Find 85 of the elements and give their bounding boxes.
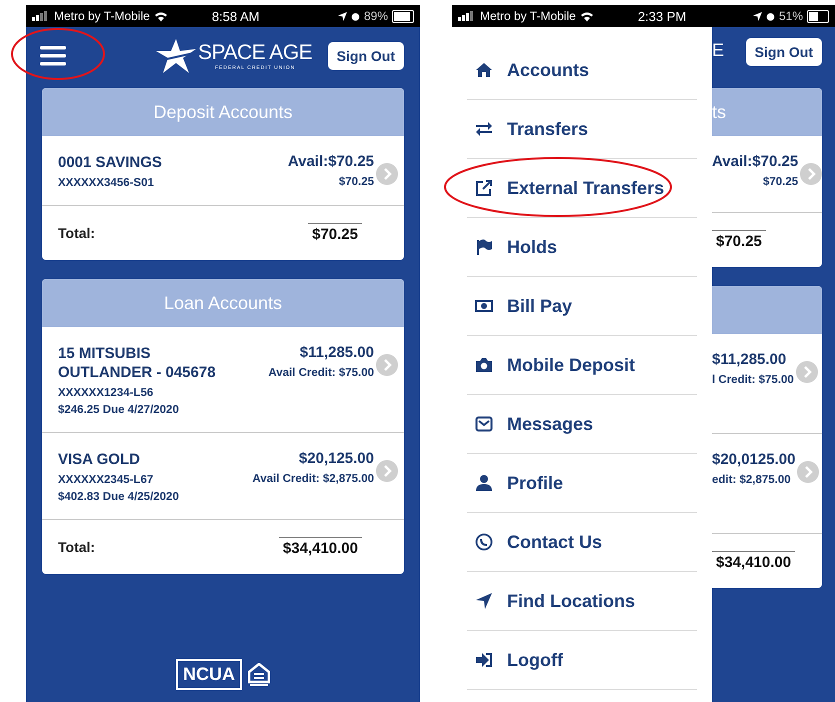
account-amount: Avail:$70.25 bbox=[288, 153, 374, 170]
menu-item[interactable]: Find Locations bbox=[467, 572, 697, 631]
payment-due: $246.25 Due 4/27/2020 bbox=[58, 404, 180, 416]
menu-item[interactable]: Contact Us bbox=[467, 513, 697, 572]
menu-item[interactable]: External Transfers bbox=[467, 159, 697, 218]
battery-percent: 89% bbox=[364, 9, 388, 23]
menu-button[interactable] bbox=[38, 44, 68, 68]
battery-percent: 51% bbox=[778, 9, 803, 23]
account-row[interactable]: 15 MITSUBIS OUTLANDER - 045678 XXXXXX1234-L56 $246.25 Due 4/27/2020 $11,285.00 Avail Credit: $75.00 bbox=[42, 327, 404, 433]
account-name: VISA GOLD bbox=[58, 450, 141, 469]
logo-fragment: E bbox=[712, 40, 724, 61]
sign-out-button[interactable]: Sign Out bbox=[746, 38, 822, 66]
section-title: Loan Accounts bbox=[164, 292, 282, 314]
account-row[interactable]: VISA GOLD XXXXXX2345-L67 $402.83 Due 4/25/2020 $20,125.00 Avail Credit: $2,875.00 bbox=[42, 433, 404, 520]
total-amount: $70.25 bbox=[712, 230, 766, 250]
phone-icon bbox=[475, 533, 493, 551]
total-amount: $70.25 bbox=[308, 223, 362, 243]
menu-item[interactable]: Holds bbox=[467, 218, 697, 277]
flag-icon bbox=[475, 238, 493, 256]
envelope-icon bbox=[475, 415, 493, 433]
account-row[interactable]: Avail:$70.25 $70.25 bbox=[712, 136, 822, 213]
account-number: XXXXXX1234-L56 bbox=[58, 387, 154, 399]
account-amount: $11,285.00 bbox=[712, 351, 786, 368]
menu-item[interactable]: Profile bbox=[467, 454, 697, 513]
person-icon bbox=[475, 474, 493, 492]
bill-icon bbox=[475, 297, 493, 315]
account-row[interactable]: $20,0125.00 edit: $2,875.00 bbox=[712, 434, 822, 534]
account-row[interactable]: 0001 SAVINGS XXXXXX3456-S01 Avail:$70.25 $70.25 bbox=[42, 136, 404, 206]
external-icon bbox=[475, 179, 493, 197]
account-number: XXXXXX3456-S01 bbox=[58, 177, 155, 189]
total-amount: $34,410.00 bbox=[278, 537, 362, 557]
battery-icon bbox=[392, 10, 414, 22]
menu-item[interactable]: Accounts bbox=[467, 41, 697, 100]
ncua-badge: NCUA bbox=[176, 659, 242, 690]
chevron-icon bbox=[376, 354, 398, 376]
signal-icon bbox=[32, 11, 48, 21]
status-time: 8:58 AM bbox=[212, 8, 260, 24]
carrier-name: Metro by T-Mobile bbox=[480, 9, 576, 23]
account-detail: Avail Credit: $75.00 bbox=[268, 367, 374, 379]
account-number: XXXXXX2345-L67 bbox=[58, 474, 154, 486]
logo-title: SPACE AGE bbox=[198, 41, 312, 65]
total-amount: $34,410.00 bbox=[712, 551, 796, 571]
star-logo-icon bbox=[156, 39, 196, 73]
account-name: 0001 SAVINGS bbox=[58, 153, 163, 172]
equal-housing-icon bbox=[248, 662, 270, 686]
camera-icon bbox=[475, 356, 493, 374]
payment-due: $402.83 Due 4/25/2020 bbox=[58, 491, 180, 503]
chevron-icon bbox=[376, 163, 398, 185]
wifi-icon bbox=[154, 10, 168, 22]
section-title: ts bbox=[712, 102, 726, 122]
chevron-icon bbox=[796, 361, 818, 383]
total-label: Total: bbox=[58, 539, 96, 555]
account-amount: $20,125.00 bbox=[298, 450, 374, 467]
account-amount: $11,285.00 bbox=[300, 344, 374, 361]
section-title: Deposit Accounts bbox=[153, 102, 293, 122]
location-icon bbox=[475, 592, 493, 610]
account-detail: $70.25 bbox=[762, 176, 798, 188]
carrier-name: Metro by T-Mobile bbox=[54, 9, 150, 23]
chevron-icon bbox=[376, 460, 398, 482]
account-amount: $20,0125.00 bbox=[712, 451, 796, 468]
account-detail: Avail Credit: $2,875.00 bbox=[252, 473, 374, 485]
location-icon bbox=[338, 12, 347, 20]
chevron-icon bbox=[797, 461, 820, 483]
home-icon bbox=[475, 61, 493, 79]
location-icon bbox=[752, 12, 762, 20]
total-label: Total: bbox=[58, 225, 96, 241]
account-detail: edit: $2,875.00 bbox=[712, 474, 791, 486]
account-detail: l Credit: $75.00 bbox=[712, 374, 794, 386]
account-detail: $70.25 bbox=[338, 176, 374, 188]
menu-item[interactable]: Bill Pay bbox=[467, 277, 697, 336]
menu-item[interactable]: Transfers bbox=[467, 100, 697, 159]
status-time: 2:33 PM bbox=[638, 8, 686, 24]
account-name: 15 MITSUBIS OUTLANDER - 045678 bbox=[58, 344, 217, 382]
menu-item[interactable]: Messages bbox=[467, 395, 697, 454]
menu-icon bbox=[40, 46, 66, 66]
account-amount: Avail:$70.25 bbox=[712, 153, 798, 170]
swap-icon bbox=[475, 120, 493, 138]
battery-icon bbox=[807, 10, 829, 22]
account-row[interactable]: $11,285.00 l Credit: $75.00 bbox=[712, 334, 822, 434]
signal-icon bbox=[458, 11, 474, 21]
sign-out-button[interactable]: Sign Out bbox=[328, 42, 404, 70]
logoff-icon bbox=[475, 651, 493, 669]
menu-item[interactable]: Mobile Deposit bbox=[467, 336, 697, 395]
wifi-icon bbox=[580, 10, 594, 22]
menu-item[interactable]: Logoff bbox=[467, 631, 697, 690]
